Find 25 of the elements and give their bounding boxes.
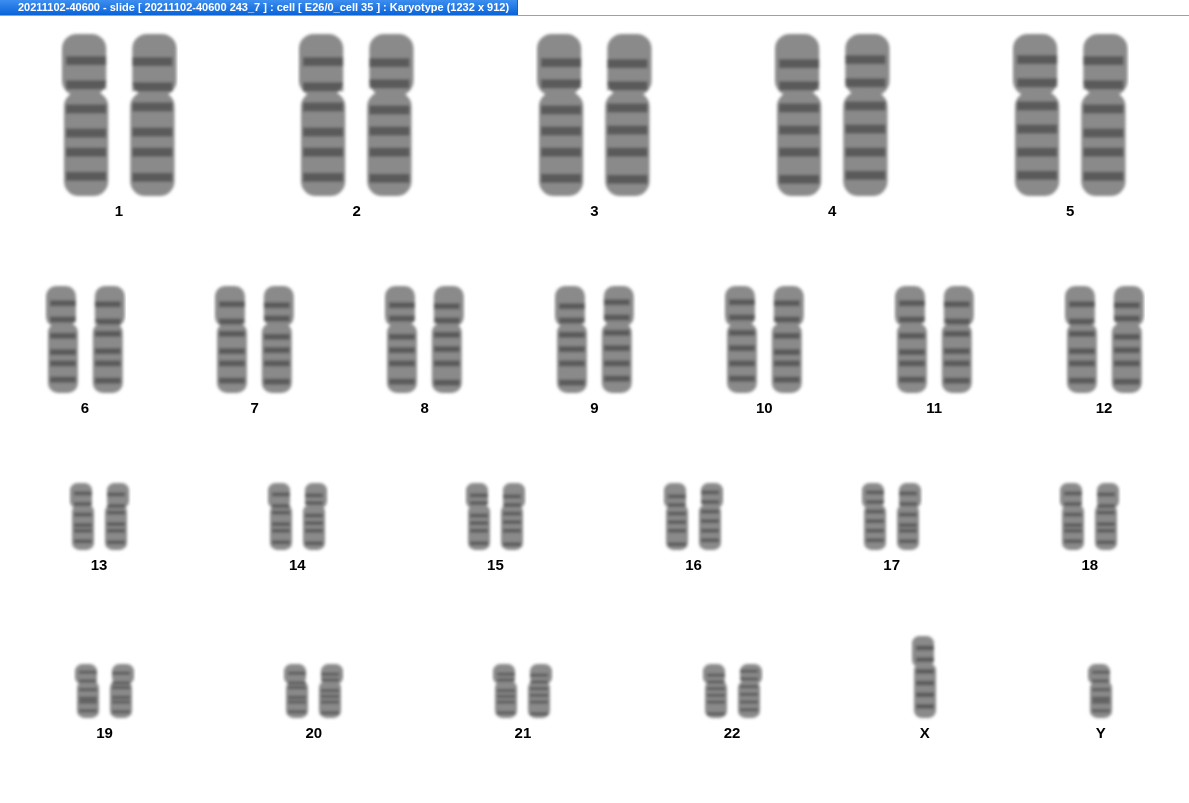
chromosome-label: 16 [685,556,702,574]
chromosome-label: 9 [590,399,599,417]
chromosome-label: 8 [420,399,429,417]
chromosome-label: 12 [1095,399,1113,417]
chromosome-label: 20 [305,723,323,742]
chromosome-label: 18 [1081,556,1099,574]
chromosome-label: 19 [96,723,113,742]
chromosome-label: 4 [828,202,837,220]
chromosome-label: 17 [883,556,901,574]
chromosome-label: 15 [487,556,504,574]
chromosome-label: X [919,723,930,742]
chromosome-label: 7 [250,399,259,417]
chromosome-label: 11 [926,399,943,417]
window-title[interactable]: 20211102-40600 - slide [ 20211102-40600 243_7 ] : cell [ E26/0_cell 35 ] : Karyotype (1232 x 912) [0,0,519,15]
chromosome-label: 14 [288,556,306,574]
chromosome-label: Y [1095,723,1106,742]
chromosome-label: 22 [723,723,741,742]
chromosome-label: 21 [514,723,532,742]
chromosome-label: 2 [352,202,361,220]
chromosome-label: 10 [755,399,773,417]
chromosome-label: 13 [90,556,108,574]
chromosome-label: 3 [590,202,599,220]
chromosome-label: 1 [114,202,124,220]
chromosome-label: 6 [80,399,90,417]
chromosome-label: 5 [1065,202,1075,220]
